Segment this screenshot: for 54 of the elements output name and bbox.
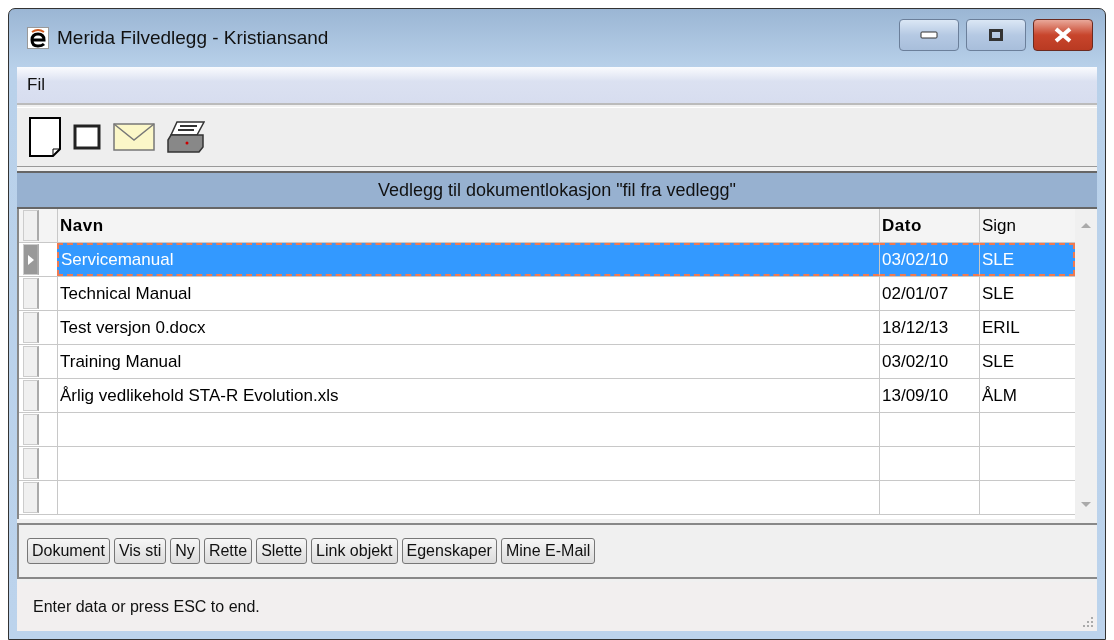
- row-selector[interactable]: [23, 312, 39, 343]
- table-row[interactable]: Technical Manual 02/01/07 SLE: [19, 277, 1075, 311]
- window-title: Merida Filvedlegg - Kristiansand: [57, 27, 329, 49]
- row-pointer-icon: [26, 253, 35, 266]
- row-selector[interactable]: [23, 414, 39, 445]
- action-button[interactable]: Ny: [170, 538, 200, 564]
- close-button[interactable]: [1033, 19, 1093, 51]
- square-icon[interactable]: [73, 124, 101, 150]
- table-cell: Training Manual: [57, 345, 879, 378]
- table-cell: 03/02/10: [879, 243, 979, 276]
- column-header[interactable]: Dato: [879, 209, 979, 242]
- resize-grip-icon[interactable]: [1083, 617, 1093, 627]
- action-button[interactable]: Dokument: [27, 538, 110, 564]
- row-selector[interactable]: [23, 346, 39, 377]
- action-button[interactable]: Vis sti: [113, 538, 167, 564]
- envelope-icon[interactable]: [113, 123, 155, 151]
- row-selector[interactable]: [23, 210, 39, 241]
- action-button[interactable]: Link objekt: [311, 538, 398, 564]
- row-selector[interactable]: [23, 482, 39, 513]
- table-row[interactable]: Årlig vedlikehold STA-R Evolution.xls 13/09/10 ÅLM: [19, 379, 1075, 413]
- table-cell: Technical Manual: [57, 277, 879, 310]
- action-button[interactable]: Rette: [203, 538, 253, 564]
- column-header[interactable]: Navn: [57, 209, 879, 242]
- table-row[interactable]: Training Manual 03/02/10 SLE: [19, 345, 1075, 379]
- table-cell: SLE: [979, 243, 1075, 276]
- printer-icon[interactable]: [167, 121, 205, 153]
- table-cell: Test versjon 0.docx: [57, 311, 879, 344]
- vertical-scrollbar[interactable]: [1075, 209, 1097, 519]
- minimize-button[interactable]: [899, 19, 959, 51]
- row-selector[interactable]: [23, 278, 39, 309]
- maximize-button[interactable]: [966, 19, 1026, 51]
- action-button[interactable]: Mine E-Mail: [500, 538, 596, 564]
- table-cell: 02/01/07: [879, 277, 979, 310]
- table-cell: 13/09/10: [879, 379, 979, 412]
- action-button[interactable]: Slette: [256, 538, 308, 564]
- row-selector[interactable]: [23, 380, 39, 411]
- scroll-up-icon[interactable]: [1080, 221, 1092, 229]
- app-icon: [27, 27, 49, 49]
- close-icon: [1053, 27, 1073, 43]
- table-cell: Servicemanual: [57, 243, 879, 276]
- table-cell: 18/12/13: [879, 311, 979, 344]
- status-text: Enter data or press ESC to end.: [33, 597, 260, 616]
- action-button[interactable]: Egenskaper: [401, 538, 497, 564]
- scroll-down-icon[interactable]: [1080, 501, 1092, 509]
- grid-caption: Vedlegg til dokumentlokasjon "fil fra vedlegg": [17, 171, 1097, 209]
- table-cell: 03/02/10: [879, 345, 979, 378]
- table-cell: Årlig vedlikehold STA-R Evolution.xls: [57, 379, 879, 412]
- minimize-icon: [920, 31, 938, 39]
- maximize-icon: [989, 29, 1003, 41]
- row-selector[interactable]: [23, 448, 39, 479]
- menu-item[interactable]: Fil: [23, 75, 49, 95]
- new-document-icon[interactable]: [29, 117, 61, 157]
- table-row[interactable]: Test versjon 0.docx 18/12/13 ERIL: [19, 311, 1075, 345]
- row-selector[interactable]: [23, 244, 39, 275]
